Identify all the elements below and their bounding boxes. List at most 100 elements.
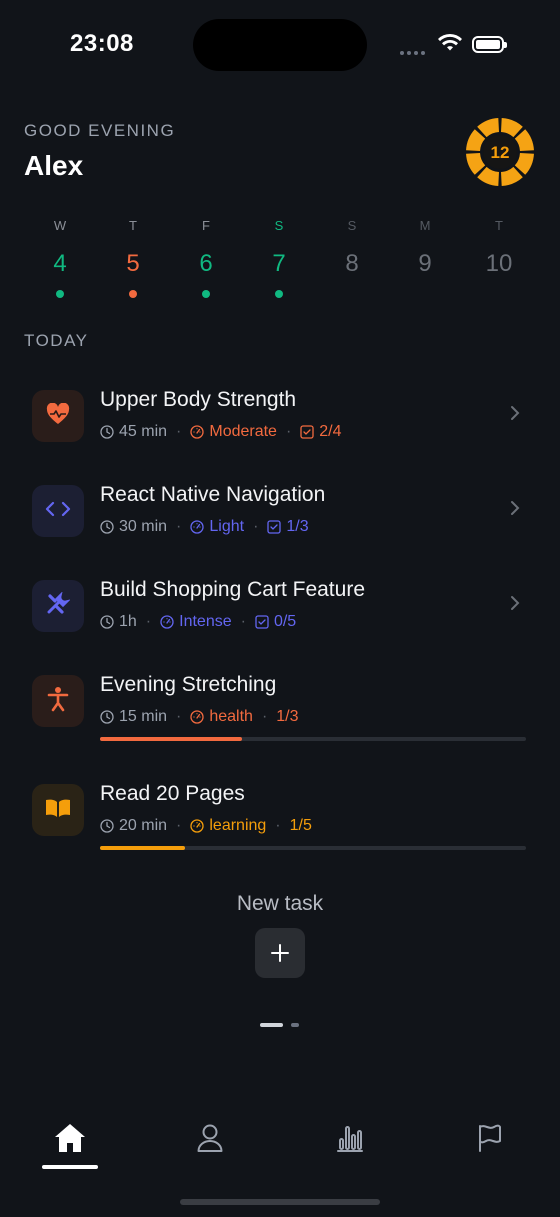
day-status-dot	[202, 290, 210, 298]
clock-icon	[100, 710, 114, 724]
level-sun-ray	[477, 118, 500, 138]
task-meta: 20 min · learning · 1/5	[100, 817, 312, 835]
day-number: 9	[418, 250, 432, 277]
book-icon	[45, 798, 71, 823]
cellular-signal-icon	[400, 42, 428, 60]
day-number: 8	[345, 250, 359, 277]
task-icon-tile	[32, 390, 84, 442]
day-number: 6	[199, 250, 213, 277]
task-progress-bar	[100, 846, 526, 850]
home-icon	[55, 1124, 85, 1152]
tab-goals[interactable]	[460, 1116, 520, 1160]
chevron-right-icon	[510, 405, 520, 426]
task-icon-tile	[32, 675, 84, 727]
status-time: 23:08	[70, 30, 134, 57]
task-item[interactable]: Evening Stretching 15 min · health · 1/3	[32, 673, 528, 743]
task-title: React Native Navigation	[100, 483, 326, 506]
task-progress-text: 1/5	[289, 817, 312, 834]
task-level: learning	[209, 817, 267, 834]
tab-profile[interactable]	[180, 1116, 240, 1160]
day-letter: T	[129, 218, 137, 233]
checkbox-icon	[267, 520, 282, 534]
level-sun-ray	[477, 166, 500, 186]
gauge-icon	[190, 819, 209, 833]
task-icon-tile	[32, 485, 84, 537]
task-item[interactable]: React Native Navigation 30 min · Light · 1/3	[32, 483, 528, 539]
add-task-button[interactable]	[255, 928, 305, 978]
level-sun-ray	[514, 152, 534, 175]
clock-icon	[100, 710, 119, 724]
clock-icon	[100, 520, 114, 534]
chevron-right-icon	[510, 500, 520, 521]
task-icon-tile	[32, 784, 84, 836]
gauge-icon	[190, 819, 205, 833]
task-title: Upper Body Strength	[100, 388, 297, 411]
day-number: 4	[53, 250, 67, 277]
gauge-icon	[190, 425, 205, 439]
level-sun-ray	[514, 129, 534, 152]
day-number: 7	[272, 250, 286, 277]
level-sun-ray	[466, 152, 486, 175]
gauge-icon	[190, 710, 205, 724]
level-sun-ray	[500, 166, 523, 186]
task-item[interactable]: Read 20 Pages 20 min · learning · 1/5	[32, 782, 528, 852]
day-status-dot	[56, 290, 64, 298]
day-status-dot	[348, 290, 356, 298]
clock-icon	[100, 425, 119, 439]
day-item[interactable]: S8	[322, 218, 382, 298]
stats-icon	[337, 1126, 363, 1152]
new-task-label: New task	[236, 892, 324, 915]
greeting-text: GOOD EVENING	[24, 121, 176, 140]
day-item[interactable]: M9	[395, 218, 455, 298]
task-level: Intense	[179, 613, 232, 630]
person-icon	[47, 686, 69, 717]
task-duration: 45 min	[119, 423, 168, 440]
task-duration: 20 min	[119, 817, 168, 834]
task-progress-fill	[100, 737, 242, 741]
gauge-icon	[190, 710, 209, 724]
level-sun-ray	[500, 118, 523, 138]
day-item[interactable]: S7	[249, 218, 309, 298]
day-letter: F	[202, 218, 210, 233]
task-level: Moderate	[209, 423, 277, 440]
section-label-today: TODAY	[24, 331, 89, 350]
checkbox-icon	[255, 615, 269, 629]
day-item[interactable]: F6	[176, 218, 236, 298]
dynamic-island	[193, 19, 367, 71]
chevron-right-icon	[510, 595, 520, 616]
tab-home[interactable]	[40, 1116, 100, 1160]
clock-icon	[100, 520, 119, 534]
task-duration: 15 min	[119, 708, 168, 725]
task-progress-text: 1/3	[286, 518, 309, 535]
wifi-icon	[438, 33, 462, 58]
flag-icon	[479, 1124, 501, 1152]
task-meta: 45 min · Moderate · 2/4	[100, 423, 342, 441]
task-item[interactable]: Build Shopping Cart Feature 1h · Intense · 0/…	[32, 578, 528, 634]
task-duration: 30 min	[119, 518, 168, 535]
day-item[interactable]: T 10	[469, 218, 529, 298]
day-letter: M	[419, 218, 431, 233]
task-meta: 30 min · Light · 1/3	[100, 518, 309, 536]
day-letter: S	[274, 218, 284, 233]
clock-icon	[100, 615, 119, 629]
gauge-icon	[160, 615, 179, 629]
tab-stats[interactable]	[320, 1116, 380, 1160]
day-number: 10	[485, 250, 513, 277]
plus-icon	[271, 944, 289, 962]
code-icon	[45, 500, 71, 523]
gauge-icon	[190, 520, 209, 534]
level-sun-ray	[466, 129, 486, 152]
task-title: Evening Stretching	[100, 673, 277, 696]
task-progress-bar	[100, 737, 526, 741]
day-status-dot	[421, 290, 429, 298]
page-indicator	[291, 1023, 299, 1027]
day-status-dot	[275, 290, 283, 298]
tools-icon	[46, 590, 71, 621]
day-item[interactable]: W4	[30, 218, 90, 298]
gauge-icon	[160, 615, 174, 629]
task-item[interactable]: Upper Body Strength 45 min · Moderate · 2/4	[32, 388, 528, 444]
level-badge[interactable]: 12	[466, 118, 534, 186]
task-icon-tile	[32, 580, 84, 632]
day-item[interactable]: T5	[103, 218, 163, 298]
task-duration: 1h	[119, 613, 137, 630]
